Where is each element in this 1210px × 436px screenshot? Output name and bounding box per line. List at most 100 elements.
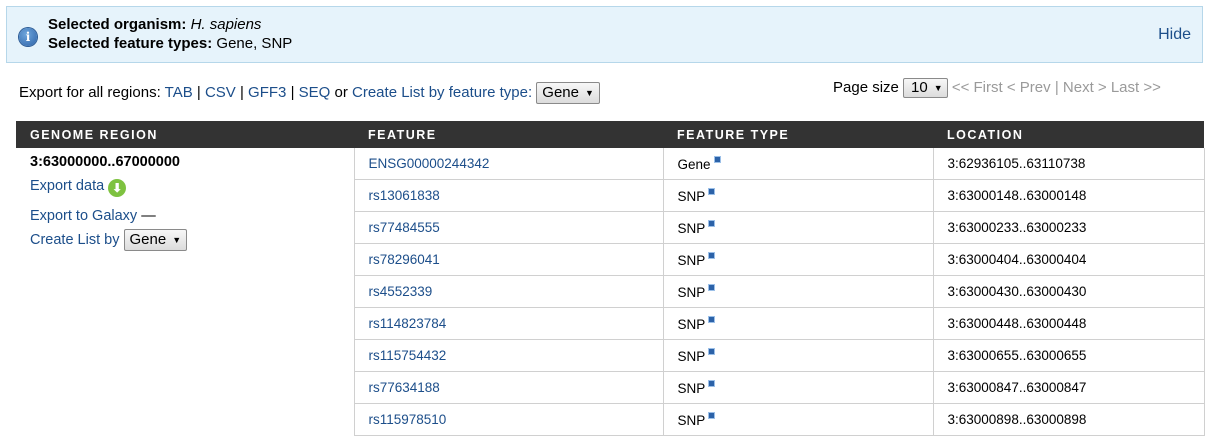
feature-link[interactable]: rs78296041: [369, 252, 440, 267]
next-page-link[interactable]: Next >: [1063, 79, 1107, 96]
info-badge-icon[interactable]: [708, 251, 716, 259]
export-gff3-link[interactable]: GFF3: [248, 84, 286, 101]
feature-link[interactable]: rs115754432: [369, 348, 447, 363]
export-or-text: or: [334, 83, 348, 101]
pager: Page size 10 ▼ << First < Prev | Next > L…: [833, 78, 1161, 99]
feature-type-cell: SNP: [662, 307, 933, 340]
create-list-link[interactable]: Create List by feature type:: [352, 84, 532, 101]
location-cell: 3:63000430..63000430: [932, 275, 1205, 308]
feature-link[interactable]: ENSG00000244342: [369, 156, 490, 171]
location-cell: 3:63000448..63000448: [932, 307, 1205, 340]
info-badge-icon[interactable]: [713, 155, 721, 163]
feature-cell: rs4552339: [353, 275, 663, 308]
info-badge-icon[interactable]: [708, 283, 716, 291]
feature-cell: rs114823784: [353, 307, 663, 340]
feature-link[interactable]: rs77484555: [369, 220, 440, 235]
feature-type-value: SNP: [677, 284, 706, 300]
last-page-link[interactable]: Last >>: [1111, 79, 1161, 96]
info-badge-icon[interactable]: [708, 379, 716, 387]
first-page-link[interactable]: << First: [952, 79, 1003, 96]
header-feature-type: FEATURE TYPE: [663, 121, 933, 148]
feature-type-cell: SNP: [662, 211, 933, 244]
feature-type-cell: SNP: [662, 371, 933, 404]
organism-value: H. sapiens: [190, 16, 262, 33]
header-location: LOCATION: [933, 121, 1204, 148]
info-icon: i: [19, 28, 37, 46]
feature-cell: rs13061838: [353, 179, 663, 212]
region-title: 3:63000000..67000000: [30, 154, 180, 170]
genome-region-cell: 3:63000000..67000000 Export data ⬇ Export…: [16, 148, 354, 436]
region-create-list-link[interactable]: Create List by: [30, 232, 119, 248]
feature-type-value: Gene: [677, 156, 711, 172]
feature-link[interactable]: rs115978510: [369, 412, 447, 427]
page-size-label: Page size: [833, 78, 899, 96]
feature-type-cell: SNP: [662, 243, 933, 276]
selection-info-bar: i Selected organism: H. sapiens Selected…: [6, 6, 1203, 63]
hide-link[interactable]: Hide: [1158, 26, 1191, 44]
feature-cell: ENSG00000244342: [353, 148, 663, 180]
feature-type-select[interactable]: Gene ▼: [536, 82, 600, 105]
feature-cell: rs115978510: [353, 403, 663, 436]
info-badge-icon[interactable]: [708, 411, 716, 419]
feature-type-value: SNP: [677, 188, 706, 204]
feature-type-cell: SNP: [662, 403, 933, 436]
feature-types-value: Gene, SNP: [216, 35, 293, 52]
feature-cell: rs77634188: [353, 371, 663, 404]
dropdown-arrow-icon: ▼: [933, 83, 943, 94]
feature-type-cell: SNP: [662, 179, 933, 212]
region-list-type-select[interactable]: Gene ▼: [123, 229, 188, 252]
export-prefix: Export for all regions:: [19, 83, 161, 101]
location-cell: 3:63000655..63000655: [932, 339, 1205, 372]
feature-cell: rs78296041: [353, 243, 663, 276]
download-arrow-icon[interactable]: ⬇: [108, 179, 127, 197]
dropdown-arrow-icon: ▼: [585, 88, 594, 99]
page-size-value: 10: [911, 79, 928, 96]
location-cell: 3:63000233..63000233: [932, 211, 1205, 244]
feature-type-cell: SNP: [662, 339, 933, 372]
export-seq-link[interactable]: SEQ: [299, 84, 331, 101]
info-badge-icon[interactable]: [708, 315, 716, 323]
results-table: GENOME REGION FEATURE FEATURE TYPE LOCAT…: [16, 121, 1205, 436]
feature-type-value: SNP: [677, 348, 706, 364]
header-genome-region: GENOME REGION: [16, 121, 354, 148]
dropdown-arrow-icon: ▼: [172, 235, 182, 246]
feature-type-select-value: Gene: [542, 84, 579, 101]
feature-link[interactable]: rs77634188: [369, 380, 440, 395]
table-header-row: GENOME REGION FEATURE FEATURE TYPE LOCAT…: [16, 121, 1204, 148]
feature-type-cell: SNP: [662, 275, 933, 308]
location-cell: 3:62936105..63110738: [932, 148, 1205, 180]
feature-link[interactable]: rs114823784: [369, 316, 447, 331]
feature-link[interactable]: rs4552339: [369, 284, 433, 299]
info-badge-icon[interactable]: [708, 347, 716, 355]
export-csv-link[interactable]: CSV: [205, 84, 236, 101]
header-feature: FEATURE: [354, 121, 663, 148]
region-actions: Export data ⬇ Export to Galaxy — Create L…: [30, 174, 354, 252]
location-cell: 3:63000847..63000847: [932, 371, 1205, 404]
feature-types-label: Selected feature types:: [48, 35, 213, 52]
export-bar: Export for all regions: TAB | CSV | GFF3…: [19, 82, 600, 105]
prev-page-link[interactable]: < Prev: [1007, 79, 1051, 96]
location-cell: 3:63000404..63000404: [932, 243, 1205, 276]
info-badge-icon[interactable]: [708, 187, 716, 195]
region-list-type-value: Gene: [129, 231, 167, 249]
export-galaxy-link[interactable]: Export to Galaxy: [30, 208, 137, 224]
export-tab-link[interactable]: TAB: [165, 84, 193, 101]
table-row: 3:63000000..67000000 Export data ⬇ Export…: [16, 148, 1205, 252]
location-cell: 3:63000148..63000148: [932, 179, 1205, 212]
feature-type-value: SNP: [677, 220, 706, 236]
page-size-select[interactable]: 10 ▼: [903, 78, 948, 99]
selected-organism: Selected organism: H. sapiens: [48, 16, 261, 33]
info-badge-icon[interactable]: [708, 219, 716, 227]
feature-type-cell: Gene: [662, 148, 933, 180]
feature-link[interactable]: rs13061838: [369, 188, 440, 203]
galaxy-dash: —: [141, 208, 156, 224]
location-cell: 3:63000898..63000898: [932, 403, 1205, 436]
selected-feature-types: Selected feature types: Gene, SNP: [48, 35, 292, 52]
feature-cell: rs77484555: [353, 211, 663, 244]
export-data-link[interactable]: Export data: [30, 178, 104, 194]
feature-type-value: SNP: [677, 252, 706, 268]
feature-type-value: SNP: [677, 380, 706, 396]
feature-cell: rs115754432: [353, 339, 663, 372]
organism-label: Selected organism:: [48, 16, 187, 33]
feature-type-value: SNP: [677, 412, 706, 428]
